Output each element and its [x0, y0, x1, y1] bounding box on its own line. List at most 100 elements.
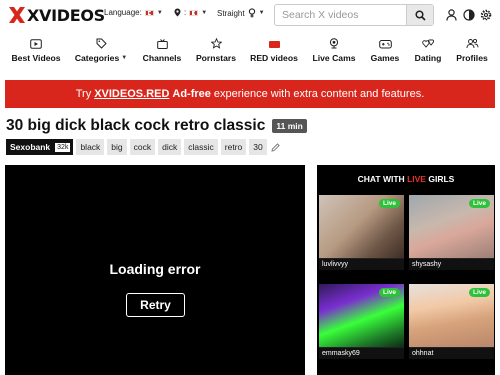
banner-prefix: Try	[75, 88, 92, 100]
uploader-name: Sexobank	[10, 142, 51, 152]
gamepad-icon	[378, 39, 392, 48]
pencil-icon	[271, 142, 280, 152]
nav-label: Profiles	[456, 53, 488, 63]
video-player[interactable]: Loading error Retry	[5, 165, 305, 375]
user-account-button[interactable]	[445, 8, 458, 21]
site-logo[interactable]: XVIDEOS	[8, 5, 105, 25]
orientation-selector[interactable]: Straight ▼	[217, 8, 265, 18]
chevron-down-icon: ▼	[258, 10, 265, 16]
cam-thumbnail: Live	[409, 284, 494, 347]
main-nav: Best Videos Categories ▼ Channels Pornsta…	[0, 38, 500, 66]
location-pin-icon	[174, 8, 181, 17]
live-badge: Live	[378, 199, 400, 208]
female-symbol-icon	[248, 8, 255, 18]
cam-card[interactable]: Live emmasky69	[319, 284, 404, 359]
nav-item-dating[interactable]: Dating	[411, 38, 445, 66]
nav-item-games[interactable]: Games	[366, 38, 404, 66]
cam-thumbnail: Live	[319, 284, 404, 347]
tag-icon	[96, 38, 107, 49]
logo-x-icon	[9, 7, 25, 23]
cam-card[interactable]: Live ohhnat	[409, 284, 494, 359]
contrast-icon	[462, 8, 475, 21]
country-selector[interactable]: : ▼	[174, 8, 207, 17]
cam-thumbnail: Live	[409, 195, 494, 258]
red-badge-icon	[268, 41, 280, 48]
retry-button[interactable]: Retry	[126, 293, 185, 317]
page-title: 30 big dick black cock retro classic	[6, 117, 266, 134]
nav-label: Games	[370, 53, 400, 63]
banner-suffix: experience with extra content and featur…	[213, 88, 425, 100]
cam-name: luvlivvyy	[319, 258, 404, 270]
nav-item-best-videos[interactable]: Best Videos	[10, 38, 62, 66]
logo-text: XVIDEOS	[27, 5, 105, 25]
loading-error-text: Loading error	[109, 261, 201, 277]
cam-name: ohhnat	[409, 347, 494, 359]
cam-thumbnail: Live	[319, 195, 404, 258]
nav-item-red-videos[interactable]: RED videos	[248, 38, 300, 66]
nav-item-pornstars[interactable]: Pornstars	[193, 38, 239, 66]
cam-name: emmasky69	[319, 347, 404, 359]
language-label: Language:	[104, 8, 142, 17]
nav-label: Best Videos	[11, 53, 61, 63]
red-promo-banner[interactable]: Try XVIDEOS.RED Ad-free experience with …	[5, 80, 495, 108]
live-cams-panel: CHAT WITH LIVE GIRLS Live luvlivvyy Live…	[317, 165, 495, 375]
live-badge: Live	[468, 199, 490, 208]
nav-label: Live Cams	[312, 53, 356, 63]
banner-brand-link[interactable]: XVIDEOS.RED	[94, 88, 169, 100]
top-bar: XVIDEOS Language: ▼ : ▼ Straight ▼	[0, 0, 500, 30]
chevron-down-icon: ▼	[121, 55, 128, 61]
nav-item-profiles[interactable]: Profiles	[452, 38, 492, 66]
gear-icon	[480, 9, 491, 20]
video-icon	[30, 38, 42, 49]
edit-tags-button[interactable]	[271, 142, 281, 152]
theme-toggle-button[interactable]	[462, 8, 475, 21]
tag-link[interactable]: 30	[249, 139, 267, 155]
webcam-icon	[329, 38, 339, 49]
uploader-count: 32k	[55, 142, 71, 152]
tag-link[interactable]: dick	[158, 139, 182, 155]
tag-link[interactable]: classic	[184, 139, 218, 155]
chevron-down-icon: ▼	[156, 9, 163, 16]
video-tags: Sexobank 32k black big cock dick classic…	[6, 139, 281, 155]
nav-label: Channels	[142, 53, 182, 63]
uploader-button[interactable]: Sexobank 32k	[6, 139, 74, 155]
video-title-row: 30 big dick black cock retro classic 11 …	[6, 116, 307, 136]
cam-card[interactable]: Live shysashy	[409, 195, 494, 270]
nav-label: Pornstars	[195, 53, 237, 63]
banner-adfree: Ad-free	[172, 88, 211, 100]
cams-heading-pre: CHAT WITH	[357, 174, 405, 184]
nav-item-channels[interactable]: Channels	[140, 38, 184, 66]
channel-icon	[156, 38, 168, 49]
profiles-icon	[466, 38, 478, 49]
cam-name: shysashy	[409, 258, 494, 270]
orientation-label: Straight	[217, 8, 245, 18]
nav-label: RED videos	[250, 53, 298, 63]
cams-heading-post: GIRLS	[428, 174, 455, 184]
live-badge: Live	[378, 288, 400, 297]
tag-link[interactable]: big	[107, 139, 127, 155]
nav-label: Categories	[74, 53, 120, 63]
chevron-down-icon: ▼	[201, 9, 208, 16]
star-icon	[210, 38, 222, 49]
live-badge: Live	[468, 288, 490, 297]
hearts-icon	[421, 39, 434, 48]
search-box	[274, 4, 434, 26]
duration-badge: 11 min	[272, 119, 307, 133]
user-icon	[446, 8, 457, 21]
tag-link[interactable]: black	[76, 139, 105, 155]
tag-link[interactable]: cock	[129, 139, 156, 155]
tag-link[interactable]: retro	[220, 139, 247, 155]
settings-button[interactable]	[479, 8, 492, 21]
nav-item-live-cams[interactable]: Live Cams	[310, 38, 358, 66]
country-label: :	[184, 8, 187, 17]
cams-heading-live: LIVE	[407, 174, 426, 184]
search-icon	[414, 9, 426, 21]
canada-flag-icon	[189, 9, 199, 16]
cam-card[interactable]: Live luvlivvyy	[319, 195, 404, 270]
search-button[interactable]	[406, 5, 433, 25]
nav-item-categories[interactable]: Categories ▼	[72, 38, 130, 66]
nav-label: Dating	[414, 53, 442, 63]
live-cams-heading[interactable]: CHAT WITH LIVE GIRLS	[317, 174, 495, 184]
search-input[interactable]	[275, 5, 407, 25]
language-selector[interactable]: Language: ▼	[104, 8, 163, 17]
